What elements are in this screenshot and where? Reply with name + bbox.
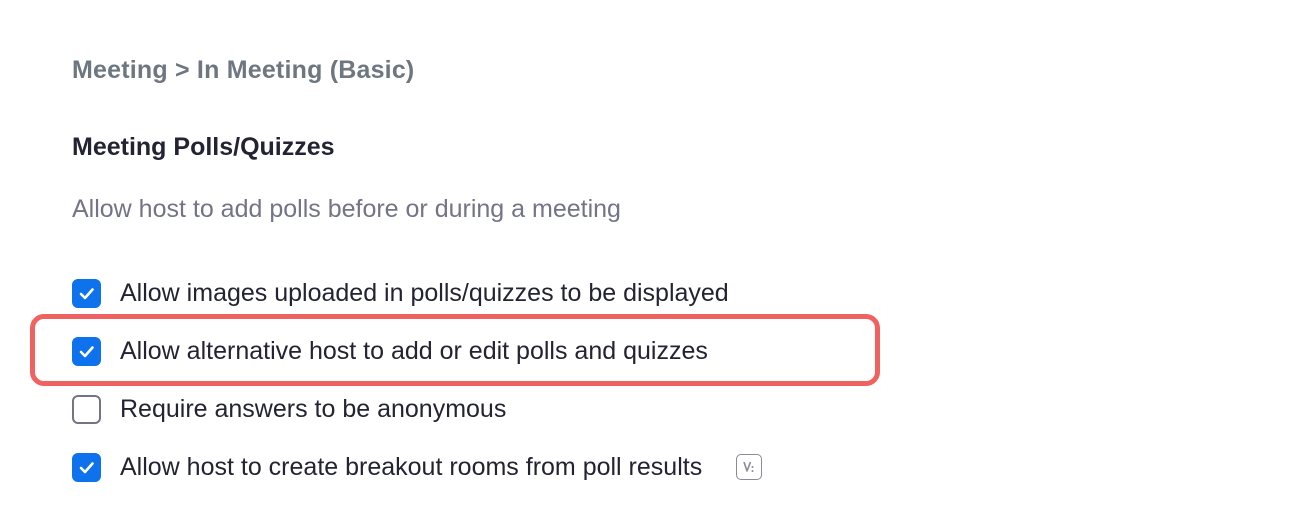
option-label: Allow host to create breakout rooms from…: [120, 452, 703, 481]
section-description: Allow host to add polls before or during…: [72, 195, 621, 223]
settings-page: Meeting > In Meeting (Basic) Meeting Pol…: [0, 0, 1292, 516]
breadcrumb: Meeting > In Meeting (Basic): [72, 56, 415, 84]
option-require-anonymous[interactable]: Require answers to be anonymous: [72, 393, 506, 425]
section-title: Meeting Polls/Quizzes: [72, 133, 335, 161]
option-label: Allow images uploaded in polls/quizzes t…: [120, 278, 729, 307]
checkbox-unchecked-icon[interactable]: [72, 394, 101, 424]
option-allow-breakout-rooms[interactable]: Allow host to create breakout rooms from…: [72, 451, 763, 483]
checkbox-checked-icon[interactable]: [72, 278, 101, 308]
checkbox-checked-icon[interactable]: [72, 452, 101, 482]
option-label: Require answers to be anonymous: [120, 394, 507, 423]
version-info-icon[interactable]: [736, 454, 763, 480]
highlight-annotation: [30, 314, 880, 386]
option-allow-images[interactable]: Allow images uploaded in polls/quizzes t…: [72, 277, 729, 309]
